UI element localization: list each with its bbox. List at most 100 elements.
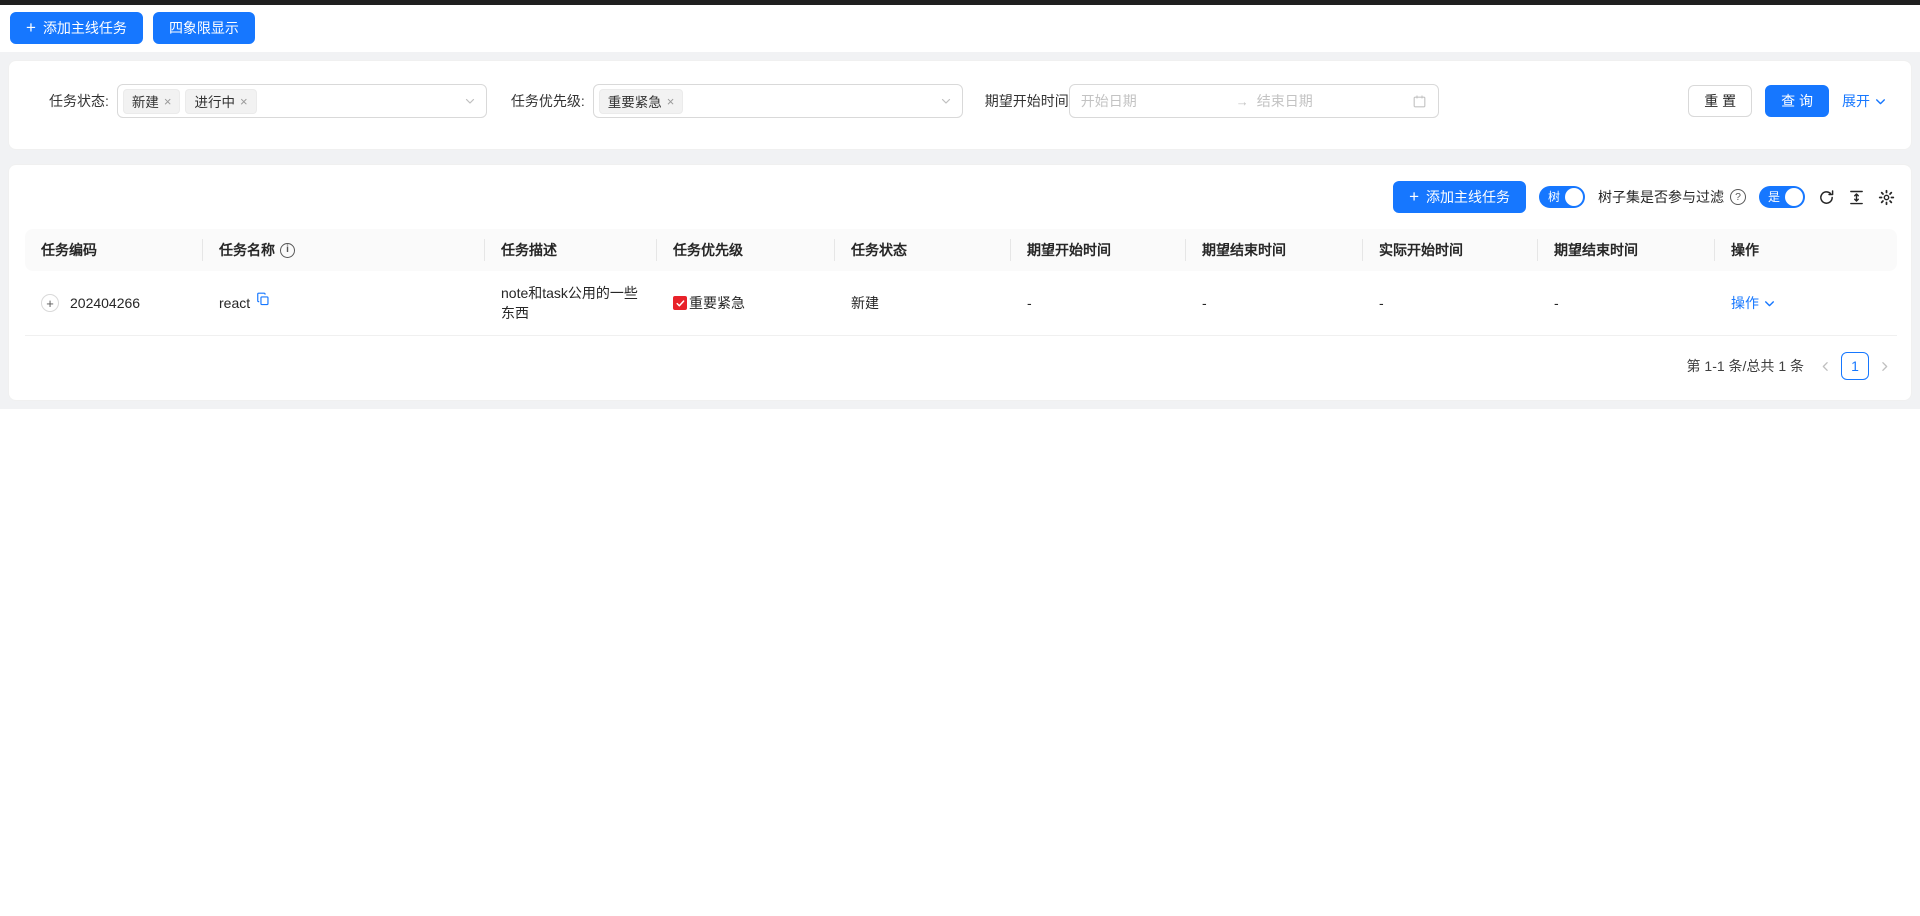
expected-start-time-label: 期望开始时间: [985, 91, 1069, 111]
col-task-priority: 任务优先级: [657, 229, 835, 271]
cell-expected-end-2: -: [1538, 271, 1715, 336]
col-task-description: 任务描述: [485, 229, 657, 271]
col-expected-end-2: 期望结束时间: [1538, 229, 1715, 271]
task-status-select[interactable]: 新建 × 进行中 ×: [117, 84, 487, 118]
column-height-icon[interactable]: [1848, 189, 1865, 206]
table-header-row: 任务编码 任务名称 i 任务描述 任务优先级 任务状态 期望开始时间 期望结束时…: [25, 229, 1897, 271]
task-description-value: note和task公用的一些东西: [501, 285, 638, 321]
col-expected-start: 期望开始时间: [1011, 229, 1186, 271]
filter-actions: 重 置 查 询 展开: [1688, 85, 1887, 117]
filter-task-priority: 任务优先级: 重要紧急 ×: [511, 84, 963, 118]
close-icon[interactable]: ×: [164, 95, 172, 108]
switch-knob: [1785, 188, 1803, 206]
status-tag-inprogress: 进行中 ×: [185, 89, 256, 114]
chevron-down-icon: [1874, 95, 1887, 108]
cell-task-code: + 202404266: [25, 271, 203, 336]
row-action-dropdown[interactable]: 操作: [1731, 293, 1776, 313]
close-icon[interactable]: ×: [240, 95, 248, 108]
gear-icon[interactable]: [1878, 189, 1895, 206]
add-main-task-label: 添加主线任务: [43, 18, 127, 38]
cell-task-status: 新建: [835, 271, 1011, 336]
tree-filter-switch[interactable]: 是: [1759, 186, 1805, 208]
cell-actual-start: -: [1363, 271, 1538, 336]
tree-filter-text: 树子集是否参与过滤: [1598, 187, 1724, 207]
quadrant-display-button[interactable]: 四象限显示: [153, 12, 255, 44]
chevron-down-icon: [464, 95, 476, 107]
col-actions: 操作: [1715, 229, 1897, 271]
col-expected-end: 期望结束时间: [1186, 229, 1363, 271]
task-status-value: 新建: [851, 295, 879, 311]
reset-button[interactable]: 重 置: [1688, 85, 1752, 117]
expand-toggle-link[interactable]: 展开: [1842, 91, 1887, 111]
page-content: 任务状态: 新建 × 进行中 × 任务优先级: 重要紧急: [0, 52, 1920, 409]
page-1-button[interactable]: 1: [1841, 352, 1869, 380]
calendar-icon: [1412, 94, 1427, 109]
actual-start-value: -: [1379, 295, 1384, 311]
table-card: + 添加主线任务 树 树子集是否参与过滤 ? 是: [8, 164, 1912, 401]
filter-expected-start-time: 期望开始时间 →: [985, 84, 1439, 118]
plus-icon: +: [1409, 188, 1419, 205]
expected-end-value: -: [1202, 295, 1207, 311]
priority-tag-urgent: 重要紧急 ×: [599, 89, 684, 114]
expected-start-value: -: [1027, 295, 1032, 311]
reset-label: 重 置: [1704, 91, 1736, 111]
col-task-name: 任务名称 i: [203, 229, 485, 271]
task-status-label: 任务状态:: [49, 91, 109, 111]
pagination: 第 1-1 条/总共 1 条 1: [25, 352, 1895, 380]
query-button[interactable]: 查 询: [1765, 85, 1829, 117]
col-actual-start: 实际开始时间: [1363, 229, 1538, 271]
col-task-code: 任务编码: [25, 229, 203, 271]
row-action-label: 操作: [1731, 293, 1759, 313]
priority-tag-urgent-label: 重要紧急: [608, 91, 662, 111]
row-expand-button[interactable]: +: [41, 294, 59, 312]
close-icon[interactable]: ×: [667, 95, 675, 108]
info-circle-icon[interactable]: i: [280, 243, 295, 258]
add-main-task-toolbar-label: 添加主线任务: [1426, 187, 1510, 207]
cell-expected-end: -: [1186, 271, 1363, 336]
col-task-status: 任务状态: [835, 229, 1011, 271]
table-toolbar: + 添加主线任务 树 树子集是否参与过滤 ? 是: [25, 181, 1895, 213]
expand-label: 展开: [1842, 91, 1870, 111]
priority-check-icon: [673, 296, 687, 310]
question-circle-icon[interactable]: ?: [1730, 189, 1746, 205]
plus-icon: +: [26, 19, 36, 36]
query-label: 查 询: [1781, 91, 1813, 111]
filter-task-status: 任务状态: 新建 × 进行中 ×: [49, 84, 487, 118]
end-date-input[interactable]: [1257, 93, 1404, 109]
task-table: 任务编码 任务名称 i 任务描述 任务优先级 任务状态 期望开始时间 期望结束时…: [25, 229, 1897, 336]
yes-switch-label: 是: [1768, 191, 1780, 203]
next-page-button[interactable]: [1878, 360, 1891, 373]
prev-page-button[interactable]: [1819, 360, 1832, 373]
arrow-right-icon: →: [1236, 94, 1249, 109]
add-main-task-button-toolbar[interactable]: + 添加主线任务: [1393, 181, 1526, 213]
page-action-bar: + 添加主线任务 四象限显示: [0, 5, 1920, 52]
pagination-total: 第 1-1 条/总共 1 条: [1687, 356, 1804, 376]
reload-icon[interactable]: [1818, 189, 1835, 206]
status-tag-new-label: 新建: [132, 91, 159, 111]
status-tag-inprogress-label: 进行中: [194, 91, 235, 111]
cell-actions: 操作: [1715, 271, 1897, 336]
tree-switch-label: 树: [1548, 191, 1560, 203]
date-range-picker[interactable]: →: [1069, 84, 1439, 118]
chevron-down-icon: [1763, 297, 1776, 310]
table-row: + 202404266 react: [25, 271, 1897, 336]
status-tag-new: 新建 ×: [123, 89, 181, 114]
cell-task-description: note和task公用的一些东西: [485, 271, 657, 336]
expected-end-2-value: -: [1554, 295, 1559, 311]
task-priority-value: 重要紧急: [689, 293, 745, 313]
tree-mode-switch[interactable]: 树: [1539, 186, 1585, 208]
task-code-value: 202404266: [70, 295, 140, 311]
cell-expected-start: -: [1011, 271, 1186, 336]
filter-card: 任务状态: 新建 × 进行中 × 任务优先级: 重要紧急: [8, 60, 1912, 150]
quadrant-display-label: 四象限显示: [169, 18, 239, 38]
switch-knob: [1565, 188, 1583, 206]
start-date-input[interactable]: [1081, 93, 1228, 109]
add-main-task-button-top[interactable]: + 添加主线任务: [10, 12, 143, 44]
cell-task-name: react: [203, 271, 485, 336]
task-name-value: react: [219, 295, 250, 311]
copy-icon[interactable]: [256, 292, 270, 306]
task-priority-select[interactable]: 重要紧急 ×: [593, 84, 963, 118]
task-priority-label: 任务优先级:: [511, 91, 585, 111]
chevron-down-icon: [940, 95, 952, 107]
cell-task-priority: 重要紧急: [657, 271, 835, 336]
